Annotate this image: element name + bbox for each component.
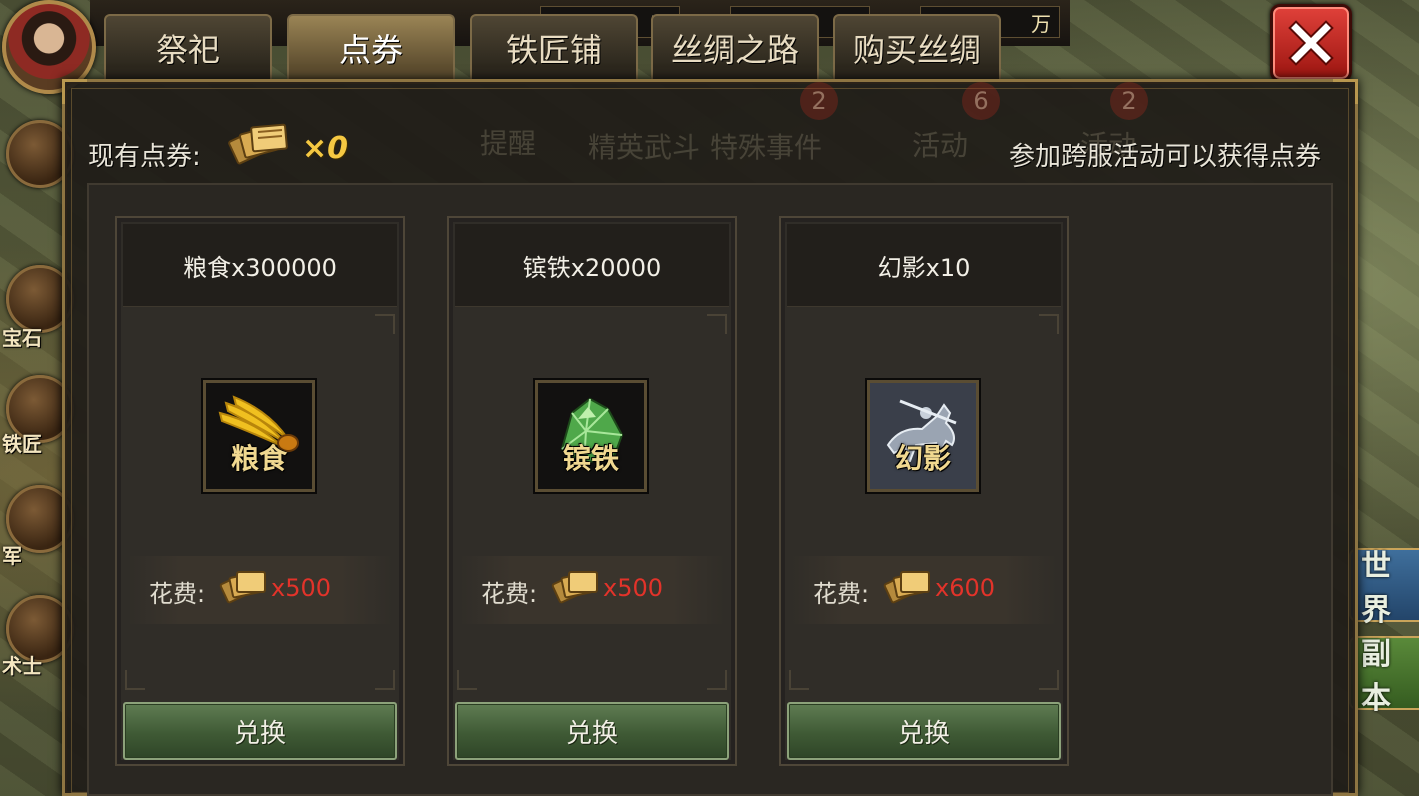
cost-label: 花费: — [481, 580, 538, 608]
cost-value: x600 — [935, 574, 996, 602]
tab-buy-silk[interactable]: 购买丝绸 — [833, 14, 1001, 80]
side-menu-label: 铁匠 — [2, 432, 42, 456]
panel-corner-ornament — [1333, 79, 1358, 104]
tab-sacrifice[interactable]: 祭祀 — [104, 14, 272, 80]
close-button[interactable] — [1270, 4, 1352, 82]
exchange-button[interactable]: 兑换 — [787, 702, 1061, 760]
close-x-icon — [1288, 20, 1334, 66]
coupon-ticket-icon — [219, 571, 266, 604]
side-menu-label: 军 — [2, 544, 22, 568]
tab-silk-road[interactable]: 丝绸之路 — [651, 14, 819, 80]
tab-coupon[interactable]: 点券 — [287, 14, 455, 80]
exchange-card: 镔铁x20000 镔铁 花费: x500 兑换 — [447, 216, 737, 766]
side-menu-label: 宝石 — [2, 326, 42, 350]
cost-value: x500 — [271, 574, 332, 602]
item-slot[interactable]: 粮食 — [203, 380, 315, 492]
current-coupons-label: 现有点券: — [88, 142, 201, 172]
faded-background-badge: 6 — [962, 82, 1000, 120]
card-corner-ornament — [1039, 670, 1059, 690]
coupon-count: ×0 — [302, 131, 349, 166]
coupon-ticket-icon — [883, 571, 930, 604]
item-name: 镔铁 — [562, 442, 619, 475]
cost-label: 花费: — [813, 580, 870, 608]
faded-background-label: 活动 — [912, 129, 969, 162]
card-corner-ornament — [125, 670, 145, 690]
item-slot[interactable]: 幻影 — [867, 380, 979, 492]
faded-background-label: 精英武斗 — [588, 131, 701, 164]
coupon-ticket-icon — [551, 571, 598, 604]
card-corner-ornament — [707, 670, 727, 690]
item-slot[interactable]: 镔铁 — [535, 380, 647, 492]
card-corner-ornament — [707, 314, 727, 334]
card-corner-ornament — [789, 670, 809, 690]
card-title: 镔铁x20000 — [455, 224, 729, 307]
cost-row: 花费: x600 — [791, 556, 1057, 624]
tab-blacksmith[interactable]: 铁匠铺 — [470, 14, 638, 80]
item-name: 粮食 — [230, 442, 287, 475]
cost-label: 花费: — [149, 580, 206, 608]
cost-value: x500 — [603, 574, 664, 602]
card-corner-ornament — [375, 670, 395, 690]
exchange-card: 幻影x10 幻影 花费: x600 兑换 — [779, 216, 1069, 766]
card-corner-ornament — [457, 670, 477, 690]
cost-row: 花费: x500 — [127, 556, 393, 624]
faded-background-badge: 2 — [800, 82, 838, 120]
dungeon-button[interactable]: 副本 — [1349, 636, 1419, 716]
exchange-button[interactable]: 兑换 — [455, 702, 729, 760]
card-title: 幻影x10 — [787, 224, 1061, 307]
faded-background-badge: 2 — [1110, 82, 1148, 120]
panel-corner-ornament — [62, 79, 87, 104]
card-title: 粮食x300000 — [123, 224, 397, 307]
card-corner-ornament — [1039, 314, 1059, 334]
faded-background-label: 提醒 — [480, 127, 537, 160]
coupon-hint: 参加跨服活动可以获得点券 — [1008, 142, 1321, 172]
item-name: 幻影 — [894, 442, 951, 475]
coupon-ticket-icon — [228, 123, 288, 165]
world-button[interactable]: 世界 — [1349, 548, 1419, 628]
exchange-card: 粮食x300000 粮食 花费: x500 兑换 — [115, 216, 405, 766]
exchange-button[interactable]: 兑换 — [123, 702, 397, 760]
faded-background-label: 特殊事件 — [710, 131, 823, 164]
card-corner-ornament — [375, 314, 395, 334]
cost-row: 花费: x500 — [459, 556, 725, 624]
side-menu-label: 术士 — [2, 654, 42, 678]
